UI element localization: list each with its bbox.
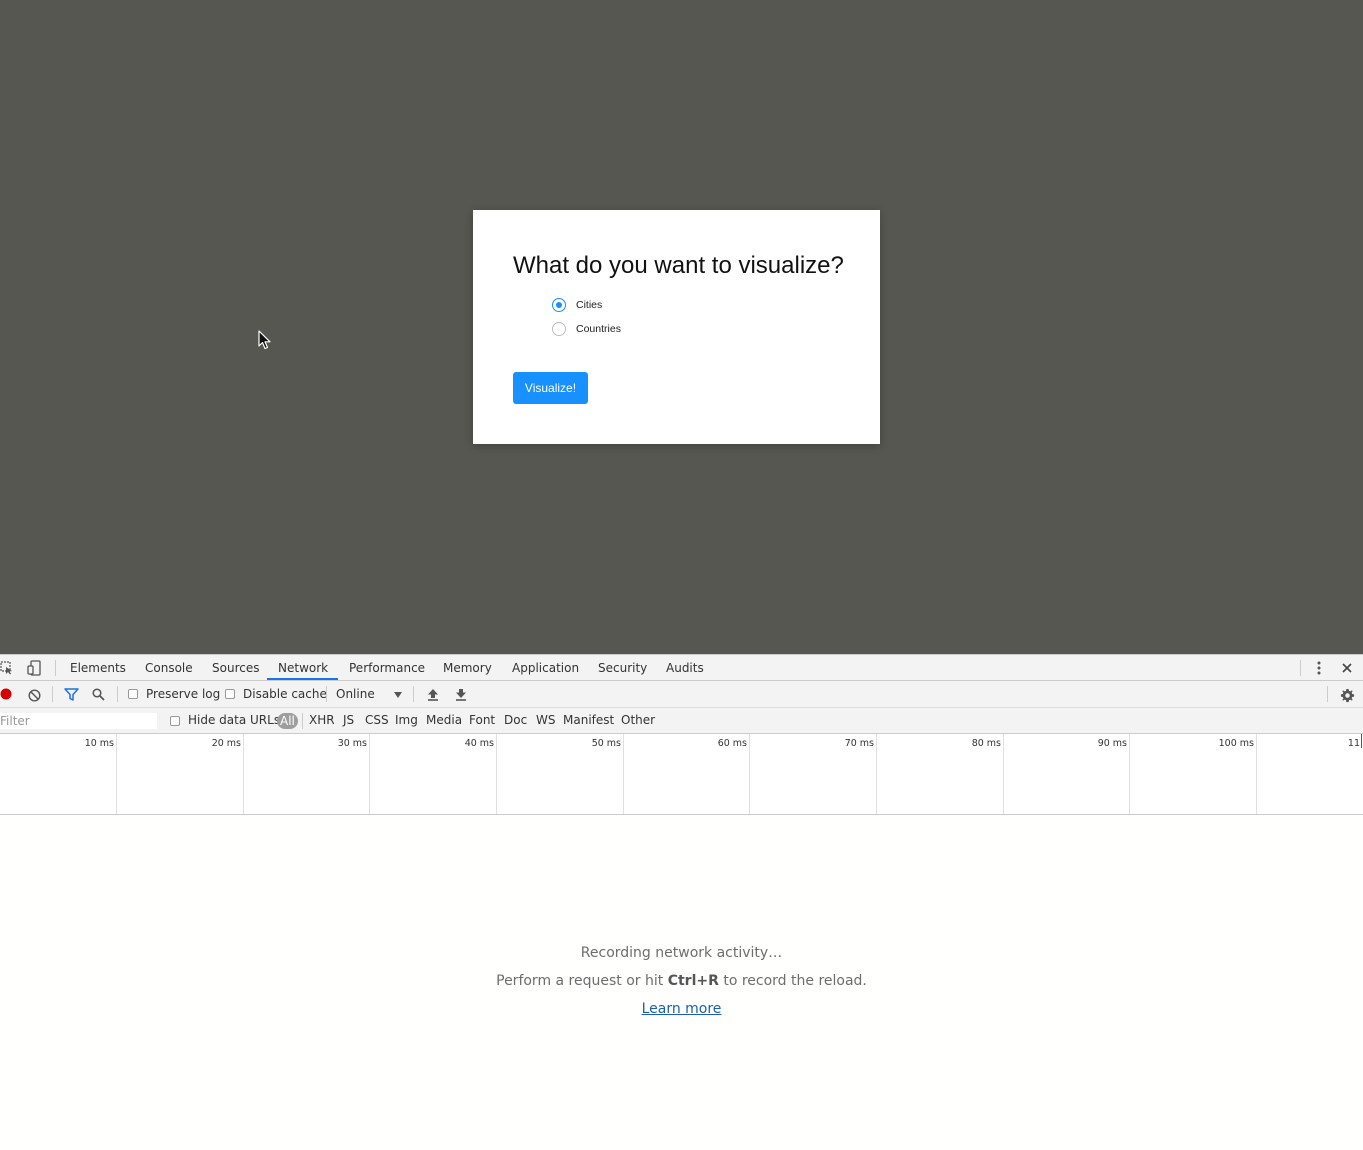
- visualize-dialog: What do you want to visualize? Cities Co…: [473, 210, 880, 444]
- timeline-gridline: [1361, 734, 1362, 748]
- page-viewport: What do you want to visualize? Cities Co…: [0, 0, 1363, 654]
- close-devtools-icon[interactable]: [1339, 660, 1355, 676]
- timeline-tick-label: 10 ms: [84, 738, 114, 749]
- visualize-button[interactable]: Visualize!: [513, 372, 588, 404]
- filter-input[interactable]: [0, 713, 157, 729]
- filter-type-all[interactable]: All: [277, 713, 298, 729]
- disable-cache-label: Disable cache: [243, 687, 327, 701]
- timeline-tick-label: 100 ms: [1218, 738, 1254, 749]
- timeline-gridline: [116, 734, 117, 814]
- radio-countries-label: Countries: [576, 323, 621, 335]
- recording-message: Recording network activity…: [580, 945, 783, 961]
- tab-sources[interactable]: Sources: [212, 655, 259, 681]
- tab-elements[interactable]: Elements: [70, 655, 126, 681]
- toolbar-separator: [413, 686, 414, 702]
- timeline-tick-label: 80 ms: [971, 738, 1001, 749]
- tab-security[interactable]: Security: [598, 655, 647, 681]
- tab-application[interactable]: Application: [512, 655, 579, 681]
- reload-hint: Perform a request or hit Ctrl+R to recor…: [0, 973, 1363, 989]
- preserve-log-checkbox[interactable]: [128, 689, 138, 699]
- settings-gear-icon[interactable]: [1339, 687, 1355, 703]
- radio-countries-circle[interactable]: [552, 322, 566, 336]
- timeline-gridline: [623, 734, 624, 814]
- tab-separator-right: [1300, 660, 1301, 676]
- export-har-icon[interactable]: [454, 687, 468, 701]
- inspect-element-icon[interactable]: [0, 660, 14, 676]
- toolbar-separator: [326, 686, 327, 702]
- toolbar-separator-right: [1327, 686, 1328, 702]
- more-options-icon[interactable]: [1313, 660, 1325, 676]
- filter-type-other[interactable]: Other: [621, 708, 655, 733]
- toolbar-separator: [117, 686, 118, 702]
- reload-shortcut-key: Ctrl+R: [667, 973, 719, 989]
- network-timeline-overview[interactable]: 10 ms 20 ms 30 ms 40 ms 50 ms 60 ms 70 m…: [0, 734, 1363, 815]
- timeline-gridline: [496, 734, 497, 814]
- timeline-gridline: [1256, 734, 1257, 814]
- mouse-cursor-icon: [258, 330, 271, 350]
- network-filter-bar: Hide data URLs All XHR JS CSS Img Media …: [0, 708, 1363, 734]
- disable-cache-checkbox[interactable]: [225, 689, 235, 699]
- timeline-tick-label: 90 ms: [1097, 738, 1127, 749]
- record-icon[interactable]: [0, 688, 12, 700]
- filter-type-xhr[interactable]: XHR: [309, 708, 335, 733]
- filter-type-js[interactable]: JS: [343, 708, 354, 733]
- timeline-gridline: [749, 734, 750, 814]
- filter-type-manifest[interactable]: Manifest: [563, 708, 614, 733]
- radio-cities-circle[interactable]: [552, 298, 566, 312]
- hide-data-urls-checkbox[interactable]: [170, 716, 180, 726]
- timeline-tick-label: 60 ms: [717, 738, 747, 749]
- timeline-tick-label: 40 ms: [464, 738, 494, 749]
- filter-type-media[interactable]: Media: [426, 708, 462, 733]
- radio-option-cities[interactable]: Cities: [552, 298, 602, 312]
- preserve-log-label: Preserve log: [146, 687, 221, 701]
- timeline-gridline: [243, 734, 244, 814]
- reload-hint-before: Perform a request or hit: [496, 973, 668, 989]
- filter-icon[interactable]: [63, 687, 79, 701]
- timeline-tick-label: 20 ms: [211, 738, 241, 749]
- filter-type-img[interactable]: Img: [395, 708, 418, 733]
- timeline-gridline: [369, 734, 370, 814]
- dialog-title: What do you want to visualize?: [513, 252, 844, 279]
- toolbar-separator: [52, 686, 53, 702]
- tab-audits[interactable]: Audits: [666, 655, 704, 681]
- learn-more-link[interactable]: Learn more: [0, 1001, 1363, 1017]
- timeline-tick-label: 50 ms: [591, 738, 621, 749]
- timeline-tick-label: 30 ms: [337, 738, 367, 749]
- device-toolbar-icon[interactable]: [26, 660, 42, 676]
- timeline-gridline: [1003, 734, 1004, 814]
- filter-separator: [302, 713, 303, 729]
- clear-icon[interactable]: [27, 688, 41, 702]
- active-tab-indicator: [267, 678, 338, 680]
- timeline-gridline: [876, 734, 877, 814]
- tab-performance[interactable]: Performance: [349, 655, 425, 681]
- network-toolbar: Preserve log Disable cache Online: [0, 681, 1363, 708]
- radio-cities-label: Cities: [576, 299, 603, 311]
- search-icon[interactable]: [91, 687, 105, 701]
- filter-type-ws[interactable]: WS: [536, 708, 555, 733]
- reload-hint-after: to record the reload.: [718, 973, 867, 989]
- filter-type-css[interactable]: CSS: [365, 708, 389, 733]
- devtools-panel: Elements Console Sources Network Perform…: [0, 654, 1363, 1150]
- throttling-select[interactable]: Online: [336, 681, 375, 707]
- hide-data-urls-label: Hide data URLs: [188, 713, 281, 727]
- network-empty-state: Recording network activity… Perform a re…: [0, 815, 1363, 1150]
- devtools-tab-bar: Elements Console Sources Network Perform…: [0, 654, 1363, 681]
- import-har-icon[interactable]: [426, 687, 440, 701]
- tab-console[interactable]: Console: [145, 655, 193, 681]
- tab-separator: [55, 660, 56, 676]
- timeline-gridline: [1129, 734, 1130, 814]
- timeline-tick-label: 11: [1347, 738, 1360, 749]
- timeline-tick-label: 70 ms: [844, 738, 874, 749]
- filter-type-font[interactable]: Font: [469, 708, 495, 733]
- dropdown-arrow-icon[interactable]: [393, 691, 403, 699]
- radio-option-countries[interactable]: Countries: [552, 322, 621, 336]
- tab-memory[interactable]: Memory: [443, 655, 492, 681]
- filter-type-doc[interactable]: Doc: [504, 708, 527, 733]
